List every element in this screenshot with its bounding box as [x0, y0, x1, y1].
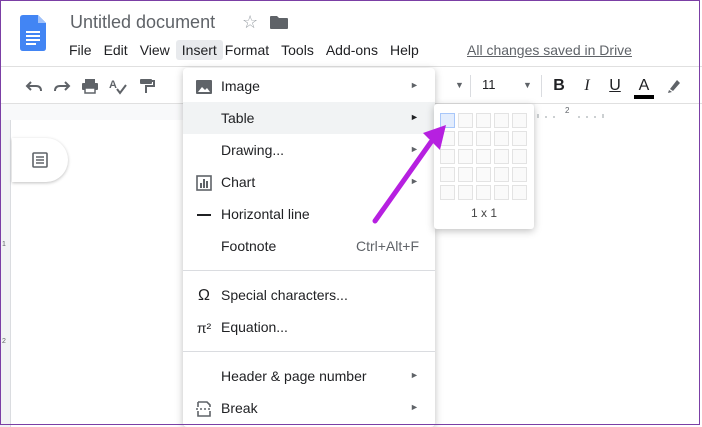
annotation-arrow [372, 125, 446, 224]
annotation-arrow-shaft [372, 139, 434, 224]
